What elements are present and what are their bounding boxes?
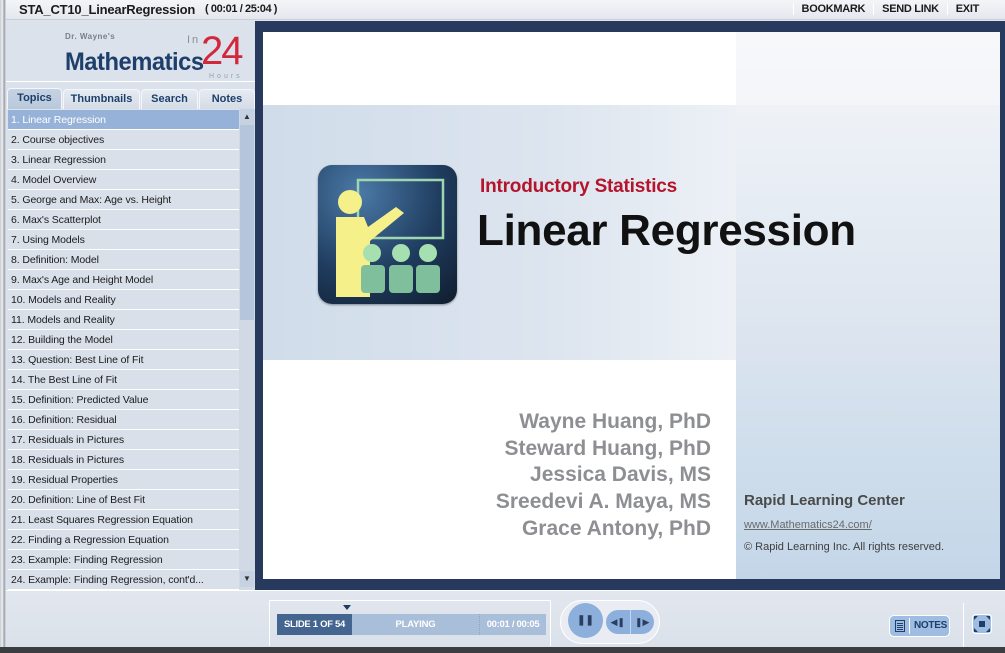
logo-author: Dr. Wayne's bbox=[65, 32, 116, 41]
topic-item[interactable]: 3. Linear Regression bbox=[8, 150, 239, 170]
topic-item[interactable]: 14. The Best Line of Fit bbox=[8, 370, 239, 390]
topics-list: 1. Linear Regression 2. Course objectives… bbox=[8, 110, 239, 590]
topic-item[interactable]: 1. Linear Regression bbox=[8, 110, 239, 130]
divider bbox=[963, 603, 964, 647]
step-buttons: ◀❚ ❚▶ bbox=[606, 610, 654, 634]
fullscreen-icon bbox=[974, 616, 978, 620]
topic-item[interactable]: 16. Definition: Residual bbox=[8, 410, 239, 430]
website-link[interactable]: www.Mathematics24.com/ bbox=[744, 519, 872, 531]
fullscreen-icon-corner bbox=[986, 616, 990, 620]
authors-list: Wayne Huang, PhD Steward Huang, PhD Jess… bbox=[413, 409, 711, 543]
topic-item[interactable]: 5. George and Max: Age vs. Height bbox=[8, 190, 239, 210]
author-name: Sreedevi A. Maya, MS bbox=[495, 490, 711, 514]
topic-item[interactable]: 12. Building the Model bbox=[8, 330, 239, 350]
slide-clock: 00:01 / 00:05 bbox=[486, 619, 540, 630]
topic-item[interactable]: 10. Models and Reality bbox=[8, 290, 239, 310]
previous-slide-button[interactable]: ◀❚ bbox=[606, 610, 631, 634]
topic-item[interactable]: 22. Finding a Regression Equation bbox=[8, 530, 239, 550]
scroll-down-icon[interactable]: ▼ bbox=[240, 571, 254, 587]
slide-viewer: Introductory Statistics Linear Regressio… bbox=[255, 21, 1005, 590]
notes-icon bbox=[895, 620, 905, 632]
topic-item[interactable]: 24. Example: Finding Regression, cont'd.… bbox=[8, 570, 239, 590]
send-link-link[interactable]: SEND LINK bbox=[873, 3, 947, 15]
author-name: Steward Huang, PhD bbox=[504, 436, 711, 460]
tab-topics[interactable]: Topics bbox=[7, 88, 62, 110]
topic-item[interactable]: 11. Models and Reality bbox=[8, 310, 239, 330]
pause-button[interactable]: ❚❚ bbox=[568, 603, 603, 638]
progress-bar[interactable]: SLIDE 1 OF 54 PLAYING 00:01 / 00:05 bbox=[277, 614, 546, 635]
notes-separator bbox=[909, 618, 910, 634]
author-name: Wayne Huang, PhD bbox=[519, 410, 711, 433]
topic-item[interactable]: 17. Residuals in Pictures bbox=[8, 430, 239, 450]
playback-status: PLAYING bbox=[352, 614, 480, 635]
window-bottom-edge bbox=[0, 647, 1005, 653]
next-slide-button[interactable]: ❚▶ bbox=[631, 610, 655, 634]
sidebar-tabs: Topics Thumbnails Search Notes bbox=[6, 81, 255, 110]
topic-item[interactable]: 18. Residuals in Pictures bbox=[8, 450, 239, 470]
topic-item[interactable]: 23. Example: Finding Regression bbox=[8, 550, 239, 570]
slide-title: Linear Regression bbox=[477, 206, 856, 255]
tab-thumbnails[interactable]: Thumbnails bbox=[63, 89, 140, 110]
lesson-title: STA_CT10_LinearRegression bbox=[19, 2, 196, 17]
organization-name: Rapid Learning Center bbox=[744, 492, 905, 509]
slide-subtitle: Introductory Statistics bbox=[480, 176, 678, 197]
exit-link[interactable]: EXIT bbox=[946, 3, 987, 15]
topic-item[interactable]: 9. Max's Age and Height Model bbox=[8, 270, 239, 290]
fullscreen-icon-center bbox=[979, 621, 985, 627]
teacher-classroom-icon bbox=[318, 165, 457, 304]
logo-number: 24 bbox=[201, 29, 243, 73]
tab-notes[interactable]: Notes bbox=[199, 89, 255, 110]
fullscreen-button[interactable] bbox=[972, 614, 992, 634]
logo-subject: Mathematics bbox=[65, 48, 204, 76]
copyright-text: © Rapid Learning Inc. All rights reserve… bbox=[744, 541, 945, 553]
brand-logo: Dr. Wayne's Mathematics In 24 Hours bbox=[6, 21, 255, 81]
topic-item[interactable]: 6. Max's Scatterplot bbox=[8, 210, 239, 230]
slide-counter: SLIDE 1 OF 54 bbox=[277, 614, 352, 635]
scroll-thumb[interactable] bbox=[240, 125, 254, 320]
header-links: BOOKMARK SEND LINK EXIT bbox=[792, 3, 987, 15]
notes-button[interactable]: NOTES bbox=[889, 615, 950, 637]
topic-item[interactable]: 2. Course objectives bbox=[8, 130, 239, 150]
logo-in: In bbox=[187, 34, 201, 46]
fullscreen-icon-corner bbox=[986, 628, 990, 632]
topic-item[interactable]: 13. Question: Best Line of Fit bbox=[8, 350, 239, 370]
topic-item[interactable]: 19. Residual Properties bbox=[8, 470, 239, 490]
topic-item[interactable]: 7. Using Models bbox=[8, 230, 239, 250]
topic-item[interactable]: 15. Definition: Predicted Value bbox=[8, 390, 239, 410]
title-bar: STA_CT10_LinearRegression ( 00:01 / 25:0… bbox=[6, 0, 1005, 20]
progress-marker-icon[interactable] bbox=[343, 605, 351, 610]
topics-panel: 1. Linear Regression 2. Course objectives… bbox=[6, 109, 255, 590]
topic-item[interactable]: 8. Definition: Model bbox=[8, 250, 239, 270]
topic-item[interactable]: 21. Least Squares Regression Equation bbox=[8, 510, 239, 530]
player-window: STA_CT10_LinearRegression ( 00:01 / 25:0… bbox=[0, 0, 1005, 653]
tab-search[interactable]: Search bbox=[141, 89, 198, 110]
notes-label: NOTES bbox=[914, 620, 947, 631]
topics-scrollbar[interactable]: ▲ ▼ bbox=[239, 109, 255, 590]
topic-item[interactable]: 20. Definition: Line of Best Fit bbox=[8, 490, 239, 510]
scroll-up-icon[interactable]: ▲ bbox=[240, 109, 254, 125]
topic-item[interactable]: 4. Model Overview bbox=[8, 170, 239, 190]
logo-hours: Hours bbox=[209, 73, 243, 80]
author-name: Jessica Davis, MS bbox=[530, 463, 711, 487]
author-name: Grace Antony, PhD bbox=[521, 516, 711, 540]
slide-canvas: Introductory Statistics Linear Regressio… bbox=[263, 32, 1000, 579]
lesson-time: ( 00:01 / 25:04 ) bbox=[205, 3, 278, 15]
bookmark-link[interactable]: BOOKMARK bbox=[792, 3, 874, 15]
fullscreen-icon-corner bbox=[974, 628, 978, 632]
